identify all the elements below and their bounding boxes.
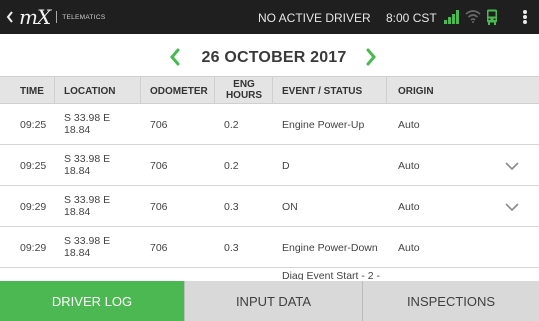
cell-odometer: 706 bbox=[150, 201, 168, 213]
location-line: 18.84 bbox=[64, 206, 91, 218]
column-divider bbox=[214, 77, 215, 105]
cell-time: 09:25 bbox=[20, 160, 47, 172]
column-divider bbox=[272, 77, 273, 105]
chevron-left-icon[interactable] bbox=[166, 46, 184, 68]
cell-location: S 33.98 E 18.84 bbox=[64, 235, 134, 259]
column-header-location: LOCATION bbox=[64, 86, 116, 97]
cell-origin: Auto bbox=[398, 160, 420, 172]
cell-time: 09:29 bbox=[20, 201, 47, 213]
table-row[interactable]: 09:29 S 33.98 E 18.84 706 0.3 Engine Powe… bbox=[0, 227, 539, 268]
date-navigator: 26 OCTOBER 2017 bbox=[0, 40, 539, 74]
tab-inspections[interactable]: INSPECTIONS bbox=[362, 281, 539, 321]
cell-location: S 33.98 E 18.84 bbox=[64, 194, 134, 218]
location-line: S 33.98 E bbox=[64, 235, 111, 247]
driver-status: NO ACTIVE DRIVER bbox=[258, 11, 371, 25]
table-row[interactable]: 09:25 S 33.98 E 18.84 706 0.2 D Auto bbox=[0, 145, 539, 186]
logo-mark: mX bbox=[19, 5, 51, 29]
logo-divider bbox=[56, 11, 58, 23]
table-row[interactable]: Diag Event Start - 2 - bbox=[0, 268, 539, 280]
status-bar: mX TELEMATICS NO ACTIVE DRIVER 8:00 CST bbox=[0, 0, 539, 34]
location-line: 18.84 bbox=[64, 165, 91, 177]
clock: 8:00 CST bbox=[386, 11, 437, 25]
location-line: 18.84 bbox=[64, 247, 91, 259]
column-header-eng-hours: ENG HOURS bbox=[225, 79, 263, 101]
column-header-odometer: ODOMETER bbox=[150, 86, 208, 97]
bus-icon bbox=[487, 9, 497, 25]
location-line: 18.84 bbox=[64, 124, 91, 136]
cell-eng-hours: 0.2 bbox=[224, 119, 239, 131]
overflow-menu-icon[interactable] bbox=[518, 8, 532, 26]
table-row[interactable]: 09:29 S 33.98 E 18.84 706 0.3 ON Auto bbox=[0, 186, 539, 227]
signal-bars-icon bbox=[444, 10, 459, 24]
cell-event: Diag Event Start - 2 - bbox=[282, 270, 381, 280]
column-header-time: TIME bbox=[20, 86, 44, 97]
cell-odometer: 706 bbox=[150, 242, 168, 254]
cell-location: S 33.98 E 18.84 bbox=[64, 153, 134, 177]
chevron-down-icon[interactable] bbox=[504, 202, 520, 212]
tab-input-data[interactable]: INPUT DATA bbox=[184, 281, 362, 321]
cell-origin: Auto bbox=[398, 119, 420, 131]
column-divider bbox=[140, 77, 141, 105]
cell-event: D bbox=[282, 160, 290, 172]
location-line: S 33.98 E bbox=[64, 194, 111, 206]
date-title: 26 OCTOBER 2017 bbox=[201, 49, 347, 66]
location-line: S 33.98 E bbox=[64, 112, 111, 124]
chevron-down-icon[interactable] bbox=[504, 161, 520, 171]
back-chevron-icon[interactable] bbox=[6, 11, 14, 23]
tab-driver-log[interactable]: DRIVER LOG bbox=[0, 281, 184, 321]
cell-time: 09:25 bbox=[20, 119, 47, 131]
app-logo: mX TELEMATICS bbox=[6, 5, 106, 29]
table-header: TIME LOCATION ODOMETER ENG HOURS EVENT /… bbox=[0, 76, 539, 105]
cell-odometer: 706 bbox=[150, 160, 168, 172]
logo-subtitle: TELEMATICS bbox=[62, 13, 106, 21]
cell-time: 09:29 bbox=[20, 242, 47, 254]
table-row[interactable]: 09:25 S 33.98 E 18.84 706 0.2 Engine Powe… bbox=[0, 104, 539, 145]
column-divider bbox=[386, 77, 387, 105]
column-divider bbox=[54, 77, 55, 105]
wifi-icon bbox=[465, 10, 481, 23]
cell-origin: Auto bbox=[398, 201, 420, 213]
cell-event: ON bbox=[282, 201, 298, 213]
cell-eng-hours: 0.3 bbox=[224, 201, 239, 213]
cell-eng-hours: 0.3 bbox=[224, 242, 239, 254]
column-header-event-status: EVENT / STATUS bbox=[282, 86, 363, 97]
chevron-right-icon[interactable] bbox=[362, 46, 380, 68]
cell-origin: Auto bbox=[398, 242, 420, 254]
column-header-origin: ORIGIN bbox=[398, 86, 434, 97]
cell-event: Engine Power-Up bbox=[282, 119, 365, 131]
event-log-table: 09:25 S 33.98 E 18.84 706 0.2 Engine Powe… bbox=[0, 104, 539, 280]
bottom-tab-bar: DRIVER LOG INPUT DATA INSPECTIONS bbox=[0, 281, 539, 321]
cell-eng-hours: 0.2 bbox=[224, 160, 239, 172]
location-line: S 33.98 E bbox=[64, 153, 111, 165]
cell-event: Engine Power-Down bbox=[282, 242, 378, 254]
cell-odometer: 706 bbox=[150, 119, 168, 131]
cell-location: S 33.98 E 18.84 bbox=[64, 112, 134, 136]
